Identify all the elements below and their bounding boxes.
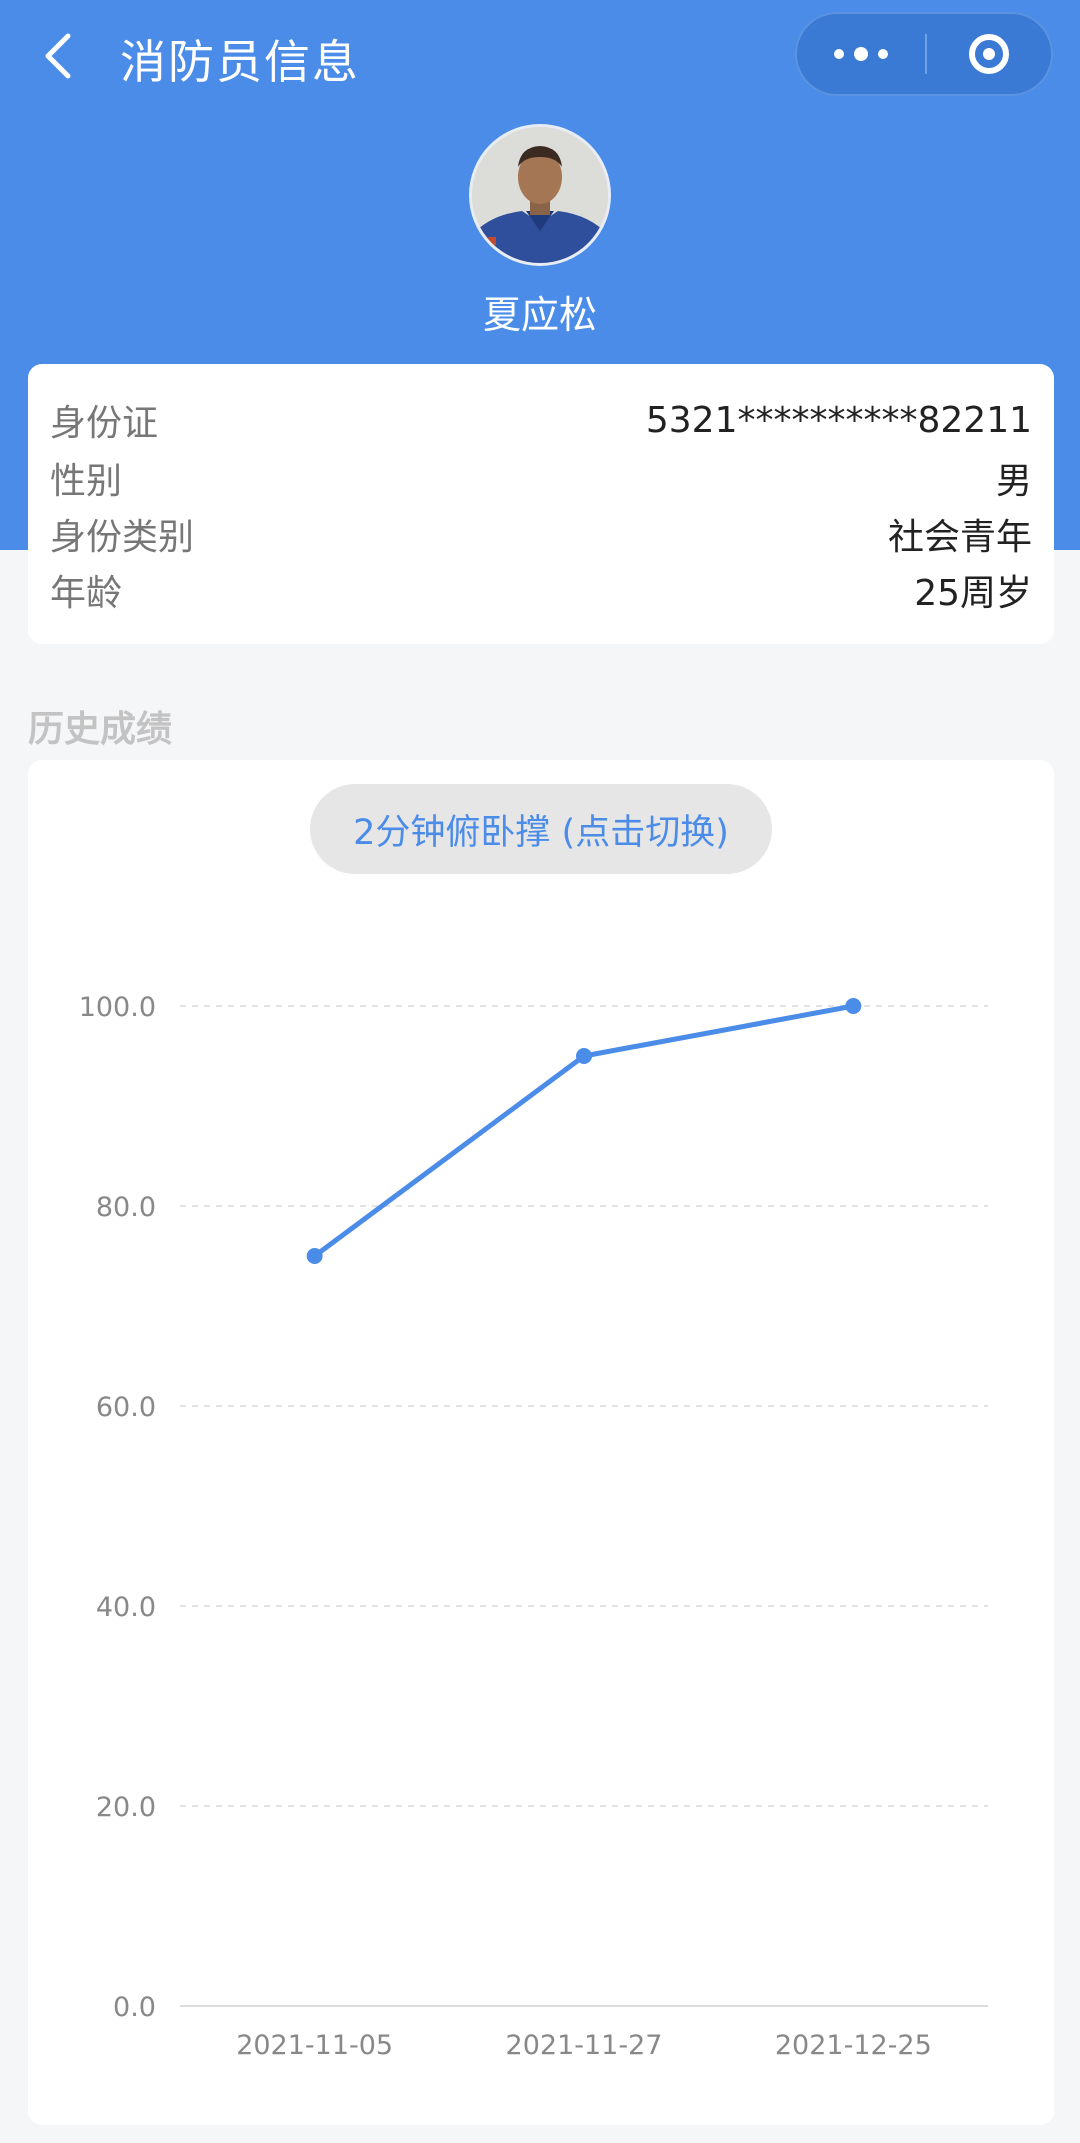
y-tick-label: 40.0 [96,1592,156,1623]
page-title: 消防员信息 [120,35,360,89]
info-value: 社会青年 [887,517,1032,558]
back-button[interactable] [38,30,82,82]
info-card: 身份证 5321**********82211 性别 男 身份类别 社会青年 年… [28,364,1054,644]
firefighter-name: 夏应松 [482,293,597,337]
data-point [576,1048,592,1064]
close-button[interactable] [927,14,1051,94]
series-line [312,1003,856,1259]
target-circle-icon [969,34,1009,74]
chevron-left-icon [45,33,71,79]
mini-program-capsule [795,12,1053,96]
info-label: 年龄 [50,573,123,614]
data-point [845,998,862,1014]
y-tick-label: 0.0 [113,1992,156,2023]
x-tick-label: 2021-11-05 [236,2030,393,2061]
info-row-gender: 性别 男 [50,450,1032,506]
switch-test-button[interactable]: 2分钟俯卧撑 (点击切换) [310,784,772,874]
info-row-category: 身份类别 社会青年 [50,506,1032,562]
y-tick-label: 100.0 [79,992,156,1023]
y-tick-label: 80.0 [96,1192,156,1223]
score-line-chart: 0.0 20.0 40.0 60.0 80.0 100.0 2021-11-05 2021-1… [79,992,988,2061]
info-label: 身份证 [50,403,159,444]
y-tick-label: 20.0 [96,1792,156,1823]
info-label: 身份类别 [50,517,195,558]
history-section-title: 历史成绩 [28,709,173,750]
x-tick-label: 2021-11-27 [506,2030,663,2061]
info-row-id: 身份证 5321**********82211 [50,392,1032,448]
info-value: 男 [995,461,1032,502]
info-row-age: 年龄 25周岁 [50,562,1032,618]
chart-card: 0.0 20.0 40.0 60.0 80.0 100.0 2021-11-05 2021-1… [28,760,1054,2125]
info-value: 25周岁 [914,573,1032,614]
avatar [469,124,611,266]
y-tick-label: 60.0 [96,1392,156,1423]
more-dots-icon [834,49,844,59]
info-value: 5321**********82211 [645,399,1032,441]
info-label: 性别 [50,461,123,502]
x-tick-label: 2021-12-25 [775,2030,932,2061]
data-point [306,1248,323,1264]
more-button[interactable] [797,14,925,94]
